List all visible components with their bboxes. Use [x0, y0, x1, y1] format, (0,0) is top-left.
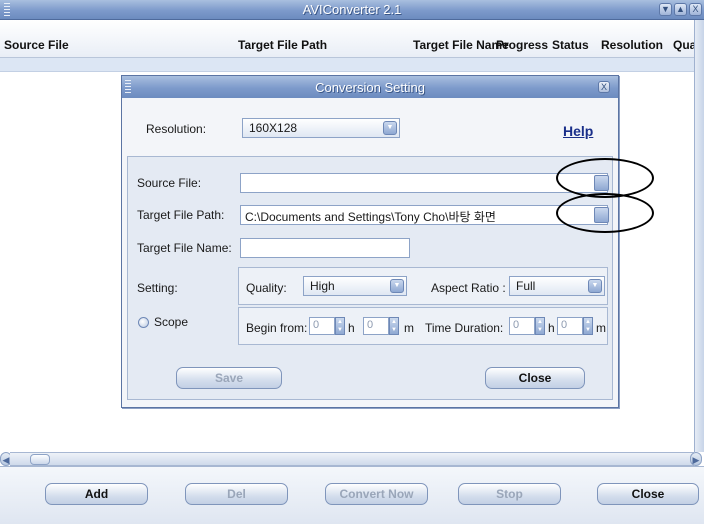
duration-hour-unit: h	[548, 321, 555, 335]
column-progress[interactable]: Progress	[496, 38, 548, 52]
annotation-ellipse	[556, 158, 654, 198]
vertical-scrollbar[interactable]	[694, 20, 704, 452]
begin-hour-stepper[interactable]: ▲ ▼	[335, 317, 345, 335]
chevron-down-icon[interactable]: ▼	[390, 279, 404, 293]
stop-button[interactable]: Stop	[458, 483, 561, 505]
time-duration-label: Time Duration:	[425, 321, 504, 335]
begin-minute-input[interactable]: 0	[363, 317, 389, 335]
duration-hour-input[interactable]: 0	[509, 317, 535, 335]
horizontal-scrollbar[interactable]	[10, 452, 694, 466]
window-controls: ▼ ▲ X	[659, 3, 702, 16]
add-button[interactable]: Add	[45, 483, 148, 505]
quality-value: High	[310, 279, 335, 293]
quality-label: Quality:	[246, 281, 287, 295]
resolution-value: 160X128	[249, 121, 298, 135]
column-status[interactable]: Status	[552, 38, 589, 52]
settings-panel: Source File: Target File Path: C:\Docume…	[127, 156, 613, 400]
conversion-setting-dialog: Conversion Setting X Resolution: 160X128…	[121, 75, 619, 408]
horizontal-scroll-thumb[interactable]	[30, 454, 50, 465]
help-link[interactable]: Help	[563, 123, 593, 139]
target-path-label: Target File Path:	[137, 208, 225, 222]
chevron-down-icon[interactable]: ▼	[588, 279, 602, 293]
begin-from-label: Begin from:	[246, 321, 308, 335]
scope-group: Begin from: 0 ▲ ▼ h 0 ▲ ▼ m Time Duration:…	[238, 307, 608, 345]
resolution-label: Resolution:	[146, 122, 207, 136]
close-app-button[interactable]: Close	[597, 483, 699, 505]
save-button[interactable]: Save	[176, 367, 282, 389]
begin-hour-unit: h	[348, 321, 355, 335]
scope-label: Scope	[154, 315, 189, 329]
dialog-title: Conversion Setting	[315, 80, 425, 95]
dialog-titlebar[interactable]: Conversion Setting X	[122, 76, 618, 98]
annotation-ellipse	[556, 193, 654, 233]
source-file-field[interactable]	[240, 173, 608, 193]
aspect-ratio-select[interactable]: Full ▼	[509, 276, 605, 296]
source-file-label: Source File:	[137, 176, 202, 190]
begin-minute-stepper[interactable]: ▲ ▼	[389, 317, 399, 335]
app-title: AVIConverter 2.1	[302, 2, 402, 17]
target-name-field[interactable]	[240, 238, 410, 258]
app-titlebar[interactable]: AVIConverter 2.1 ▼ ▲ X	[0, 0, 704, 20]
column-target-file-name[interactable]: Target File Name	[413, 38, 509, 52]
column-source-file[interactable]: Source File	[4, 38, 69, 52]
file-list-header: Source File Target File Path Target File…	[0, 20, 704, 58]
duration-minute-input[interactable]: 0	[557, 317, 583, 335]
bottom-toolbar: Add Del Convert Now Stop Close	[0, 466, 704, 524]
duration-hour-stepper[interactable]: ▲ ▼	[535, 317, 545, 335]
resolution-select[interactable]: 160X128 ▼	[242, 118, 400, 138]
chevron-down-icon[interactable]: ▼	[383, 121, 397, 135]
scope-radio[interactable]	[138, 317, 149, 328]
duration-minute-stepper[interactable]: ▲ ▼	[583, 317, 593, 335]
column-target-file-path[interactable]: Target File Path	[238, 38, 327, 52]
dialog-close-button[interactable]: Close	[485, 367, 585, 389]
aspect-ratio-value: Full	[516, 279, 536, 293]
quality-select[interactable]: High ▼	[303, 276, 407, 296]
duration-minute-unit: m	[596, 321, 606, 335]
minimize-icon[interactable]: ▼	[659, 3, 672, 16]
scroll-right-icon[interactable]: ▶	[690, 452, 702, 466]
setting-label: Setting:	[137, 281, 178, 295]
maximize-icon[interactable]: ▲	[674, 3, 687, 16]
column-resolution[interactable]: Resolution	[601, 38, 663, 52]
aspect-ratio-label: Aspect Ratio :	[431, 281, 506, 295]
file-list-row[interactable]	[0, 58, 696, 72]
convert-now-button[interactable]: Convert Now	[325, 483, 428, 505]
quality-group: Quality: High ▼ Aspect Ratio : Full ▼	[238, 267, 608, 305]
delete-button[interactable]: Del	[185, 483, 288, 505]
begin-minute-unit: m	[404, 321, 414, 335]
close-window-icon[interactable]: X	[689, 3, 702, 16]
target-name-label: Target File Name:	[137, 241, 232, 255]
dialog-close-icon[interactable]: X	[598, 81, 610, 93]
begin-hour-input[interactable]: 0	[309, 317, 335, 335]
column-quality[interactable]: Qua	[673, 38, 696, 52]
target-path-field[interactable]: C:\Documents and Settings\Tony Cho\바탕 화면	[240, 205, 608, 225]
